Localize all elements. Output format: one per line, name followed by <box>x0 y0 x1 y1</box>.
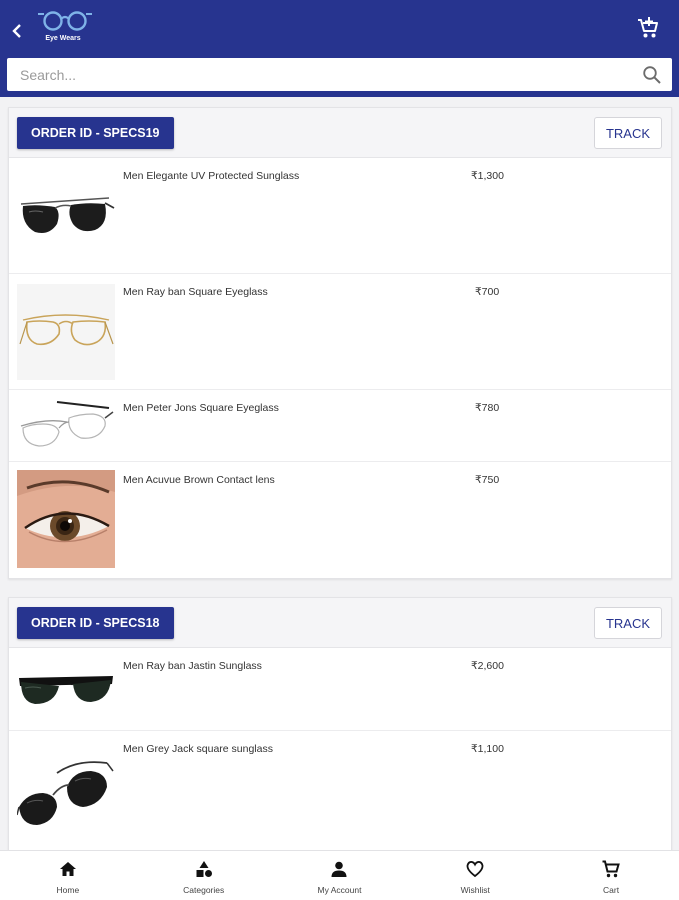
product-name: Men Elegante UV Protected Sunglass <box>123 170 300 182</box>
header-cart-button[interactable] <box>637 16 659 40</box>
glasses-logo-icon <box>38 11 92 31</box>
cart-plus-icon <box>638 17 658 38</box>
order-card: ORDER ID - SPECS18 TRACK Men Ray ban Jas… <box>8 597 672 850</box>
product-name: Men Grey Jack square sunglass <box>123 743 273 755</box>
nav-my-account[interactable]: My Account <box>272 851 408 900</box>
product-image <box>17 284 115 380</box>
nav-label: Cart <box>603 884 620 895</box>
app-root: Eye Wears ORDER ID - SPECS19 TRACK <box>0 0 679 900</box>
nav-label: Home <box>56 884 80 895</box>
product-price: ₹1,300 <box>471 170 504 182</box>
nav-categories[interactable]: Categories <box>136 851 272 900</box>
nav-cart[interactable]: Cart <box>543 851 679 900</box>
logo-text: Eye Wears <box>45 35 81 42</box>
order-item[interactable]: Men Acuvue Brown Contact lens ₹750 <box>9 462 671 578</box>
product-name: Men Acuvue Brown Contact lens <box>123 474 275 486</box>
back-button[interactable] <box>8 20 26 42</box>
wayfarer-sunglass-image <box>19 676 113 704</box>
black-aviator-sunglass-image <box>16 761 114 825</box>
product-name: Men Ray ban Square Eyeglass <box>123 286 268 298</box>
product-image <box>17 170 115 262</box>
product-image <box>16 745 115 841</box>
track-button[interactable]: TRACK <box>594 117 662 149</box>
nav-wishlist[interactable]: Wishlist <box>407 851 543 900</box>
cart-icon <box>602 860 620 877</box>
order-id-badge: ORDER ID - SPECS19 <box>17 117 174 149</box>
order-item[interactable]: Men Ray ban Jastin Sunglass ₹2,600 <box>9 648 671 731</box>
order-item[interactable]: Men Ray ban Square Eyeglass ₹700 <box>9 274 671 390</box>
aviator-sunglass-image <box>20 197 115 233</box>
search-bar <box>7 58 672 91</box>
search-icon[interactable] <box>642 65 662 85</box>
order-item[interactable]: Men Grey Jack square sunglass ₹1,100 <box>9 731 671 850</box>
nav-home[interactable]: Home <box>0 851 136 900</box>
bottom-nav: Home Categories My Account Wishlist Cart <box>0 850 679 900</box>
product-price: ₹780 <box>475 402 500 414</box>
product-price: ₹2,600 <box>471 660 504 672</box>
product-price: ₹700 <box>475 286 500 298</box>
track-button[interactable]: TRACK <box>594 607 662 639</box>
order-id-badge: ORDER ID - SPECS18 <box>17 607 174 639</box>
order-item[interactable]: Men Peter Jons Square Eyeglass ₹780 <box>9 390 671 462</box>
product-image <box>17 658 115 720</box>
product-name: Men Ray ban Jastin Sunglass <box>123 660 262 672</box>
search-input[interactable] <box>7 58 627 91</box>
order-item[interactable]: Men Elegante UV Protected Sunglass ₹1,30… <box>9 158 671 274</box>
chevron-left-icon <box>12 24 21 38</box>
categories-icon <box>196 860 212 877</box>
orders-list: ORDER ID - SPECS19 TRACK Men Elegante UV… <box>0 97 679 850</box>
home-icon <box>59 861 76 876</box>
product-price: ₹750 <box>475 474 500 486</box>
order-header: ORDER ID - SPECS19 TRACK <box>9 108 671 158</box>
rimless-eyeglass-image <box>20 401 114 447</box>
brand-logo[interactable]: Eye Wears <box>36 10 94 48</box>
app-header: Eye Wears <box>0 0 679 97</box>
product-image <box>17 470 115 568</box>
product-price: ₹1,100 <box>471 743 504 755</box>
heart-icon <box>466 860 484 877</box>
brown-eye-contact-lens-image <box>17 470 115 568</box>
product-image <box>17 396 115 456</box>
nav-label: Wishlist <box>460 884 490 895</box>
order-card: ORDER ID - SPECS19 TRACK Men Elegante UV… <box>8 107 672 579</box>
nav-label: My Account <box>317 884 362 895</box>
order-header: ORDER ID - SPECS18 TRACK <box>9 598 671 648</box>
gold-aviator-eyeglass-image <box>19 314 114 346</box>
nav-label: Categories <box>183 884 225 895</box>
product-name: Men Peter Jons Square Eyeglass <box>123 402 279 414</box>
account-icon <box>331 861 347 877</box>
